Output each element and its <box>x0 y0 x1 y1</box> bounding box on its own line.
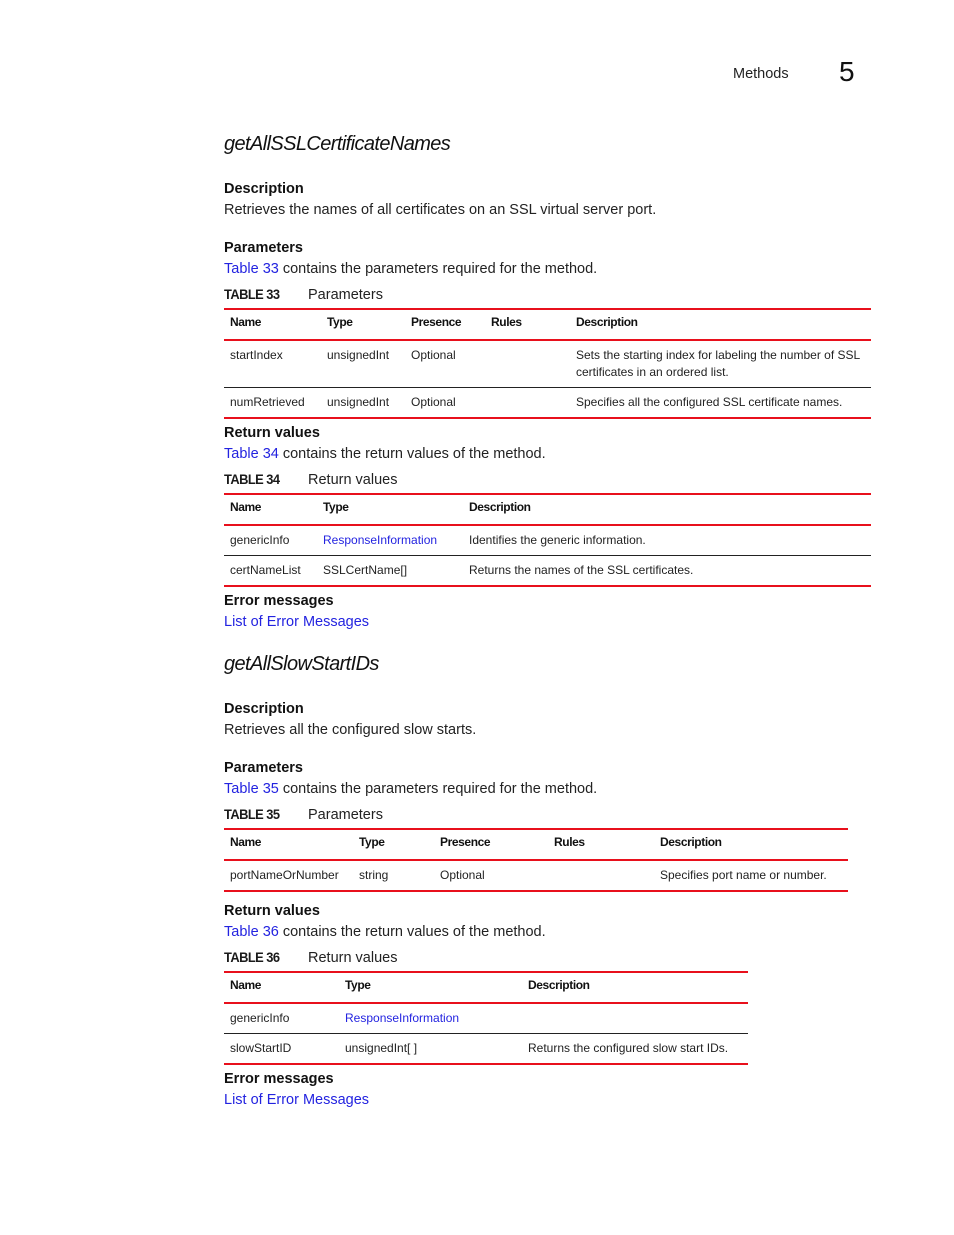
column-header: Type <box>321 309 405 341</box>
return-name: genericInfo <box>230 533 290 547</box>
chapter-number: 5 <box>839 56 855 87</box>
table-36-link[interactable]: Table 36 <box>224 924 279 940</box>
param-rules <box>485 340 570 388</box>
param-name: portNameOrNumber <box>230 868 339 882</box>
table-header-row: Name Type Description <box>224 494 871 526</box>
table-number: TABLE 35 <box>224 806 280 822</box>
table-row: genericInfo ResponseInformation <box>224 1003 748 1034</box>
return-values-heading: Return values <box>224 903 320 919</box>
return-values-table: Name Type Description genericInfo Respon… <box>224 971 748 1065</box>
column-header: Name <box>224 829 353 861</box>
table-row: portNameOrNumber string Optional Specifi… <box>224 860 848 891</box>
table-row: slowStartID unsignedInt[ ] Returns the c… <box>224 1033 748 1064</box>
column-header: Presence <box>434 829 548 861</box>
method-title: getAllSlowStartIDs <box>224 653 379 675</box>
table-number: TABLE 33 <box>224 286 280 302</box>
parameters-intro: Table 35 contains the parameters require… <box>224 781 598 797</box>
return-values-heading: Return values <box>224 425 320 441</box>
return-values-table: Name Type Description genericInfo Respon… <box>224 493 871 587</box>
table-header-row: Name Type Presence Rules Description <box>224 829 848 861</box>
description-text: Retrieves the names of all certificates … <box>224 202 657 218</box>
column-header: Description <box>654 829 848 861</box>
return-description: Returns the configured slow start IDs. <box>522 1033 748 1064</box>
param-description: Sets the starting index for labeling the… <box>576 348 860 379</box>
error-messages-para: List of Error Messages <box>224 614 369 630</box>
table-row: certNameList SSLCertName[] Returns the n… <box>224 555 871 586</box>
return-type: ResponseInformation <box>317 525 463 556</box>
column-header: Type <box>353 829 434 861</box>
table-34-link[interactable]: Table 34 <box>224 446 279 462</box>
column-header: Name <box>224 494 317 526</box>
return-values-intro: Table 36 contains the return values of t… <box>224 924 546 940</box>
parameters-heading: Parameters <box>224 760 303 776</box>
param-presence: Optional <box>411 348 456 362</box>
column-header: Rules <box>485 309 570 341</box>
table-title: Return values <box>308 950 398 966</box>
param-rules <box>485 387 570 418</box>
table-caption: TABLE 35 Parameters <box>224 806 383 823</box>
table-row: numRetrieved unsignedInt Optional Specif… <box>224 387 871 418</box>
table-title: Parameters <box>308 287 383 303</box>
description-heading: Description <box>224 181 304 197</box>
column-header: Rules <box>548 829 654 861</box>
return-name: certNameList <box>224 555 317 586</box>
table-number: TABLE 34 <box>224 471 280 487</box>
error-messages-heading: Error messages <box>224 593 334 609</box>
section-name: Methods <box>733 66 789 82</box>
column-header: Type <box>339 972 522 1004</box>
table-33-link[interactable]: Table 33 <box>224 261 279 277</box>
return-description: Identifies the generic information. <box>469 533 646 547</box>
column-header: Description <box>522 972 748 1004</box>
table-caption: TABLE 34 Return values <box>224 471 397 488</box>
parameters-table: Name Type Presence Rules Description por… <box>224 828 848 892</box>
error-messages-link[interactable]: List of Error Messages <box>224 614 369 630</box>
running-header: Methods 5 <box>0 56 954 90</box>
param-type: unsignedInt <box>321 387 405 418</box>
return-type: SSLCertName[] <box>317 555 463 586</box>
table-row: startIndex unsignedInt Optional Sets the… <box>224 340 871 388</box>
error-messages-link[interactable]: List of Error Messages <box>224 1092 369 1108</box>
description-heading: Description <box>224 701 304 717</box>
param-type: string <box>359 868 389 882</box>
parameters-table: Name Type Presence Rules Description sta… <box>224 308 871 419</box>
return-values-intro: Table 34 contains the return values of t… <box>224 446 546 462</box>
column-header: Type <box>317 494 463 526</box>
column-header: Name <box>224 972 339 1004</box>
return-description: Returns the names of the SSL certificate… <box>463 555 871 586</box>
column-header: Name <box>224 309 321 341</box>
param-description: Specifies all the configured SSL certifi… <box>570 387 871 418</box>
return-type: unsignedInt[ ] <box>339 1033 522 1064</box>
method-title: getAllSSLCertificateNames <box>224 133 451 155</box>
parameters-heading: Parameters <box>224 240 303 256</box>
table-title: Return values <box>308 472 398 488</box>
table-35-link[interactable]: Table 35 <box>224 781 279 797</box>
table-number: TABLE 36 <box>224 949 280 965</box>
table-title: Parameters <box>308 807 383 823</box>
table-header-row: Name Type Presence Rules Description <box>224 309 871 341</box>
description-text: Retrieves all the configured slow starts… <box>224 722 477 738</box>
table-header-row: Name Type Description <box>224 972 748 1004</box>
return-name: slowStartID <box>224 1033 339 1064</box>
table-caption: TABLE 36 Return values <box>224 949 397 966</box>
return-description <box>522 1003 748 1034</box>
error-messages-heading: Error messages <box>224 1071 334 1087</box>
response-information-link[interactable]: ResponseInformation <box>345 1011 459 1025</box>
return-type: ResponseInformation <box>339 1003 522 1034</box>
return-name: genericInfo <box>230 1011 290 1025</box>
table-caption: TABLE 33 Parameters <box>224 286 383 303</box>
param-presence: Optional <box>405 387 485 418</box>
table-row: genericInfo ResponseInformation Identifi… <box>224 525 871 556</box>
response-information-link[interactable]: ResponseInformation <box>323 533 437 547</box>
param-presence: Optional <box>440 868 485 882</box>
column-header: Presence <box>405 309 485 341</box>
parameters-intro: Table 33 contains the parameters require… <box>224 261 598 277</box>
param-type: unsignedInt <box>327 348 390 362</box>
column-header: Description <box>463 494 871 526</box>
param-name: numRetrieved <box>224 387 321 418</box>
column-header: Description <box>570 309 871 341</box>
error-messages-para: List of Error Messages <box>224 1092 369 1108</box>
param-rules <box>548 860 654 891</box>
param-name: startIndex <box>230 348 283 362</box>
param-description: Specifies port name or number. <box>660 868 827 882</box>
